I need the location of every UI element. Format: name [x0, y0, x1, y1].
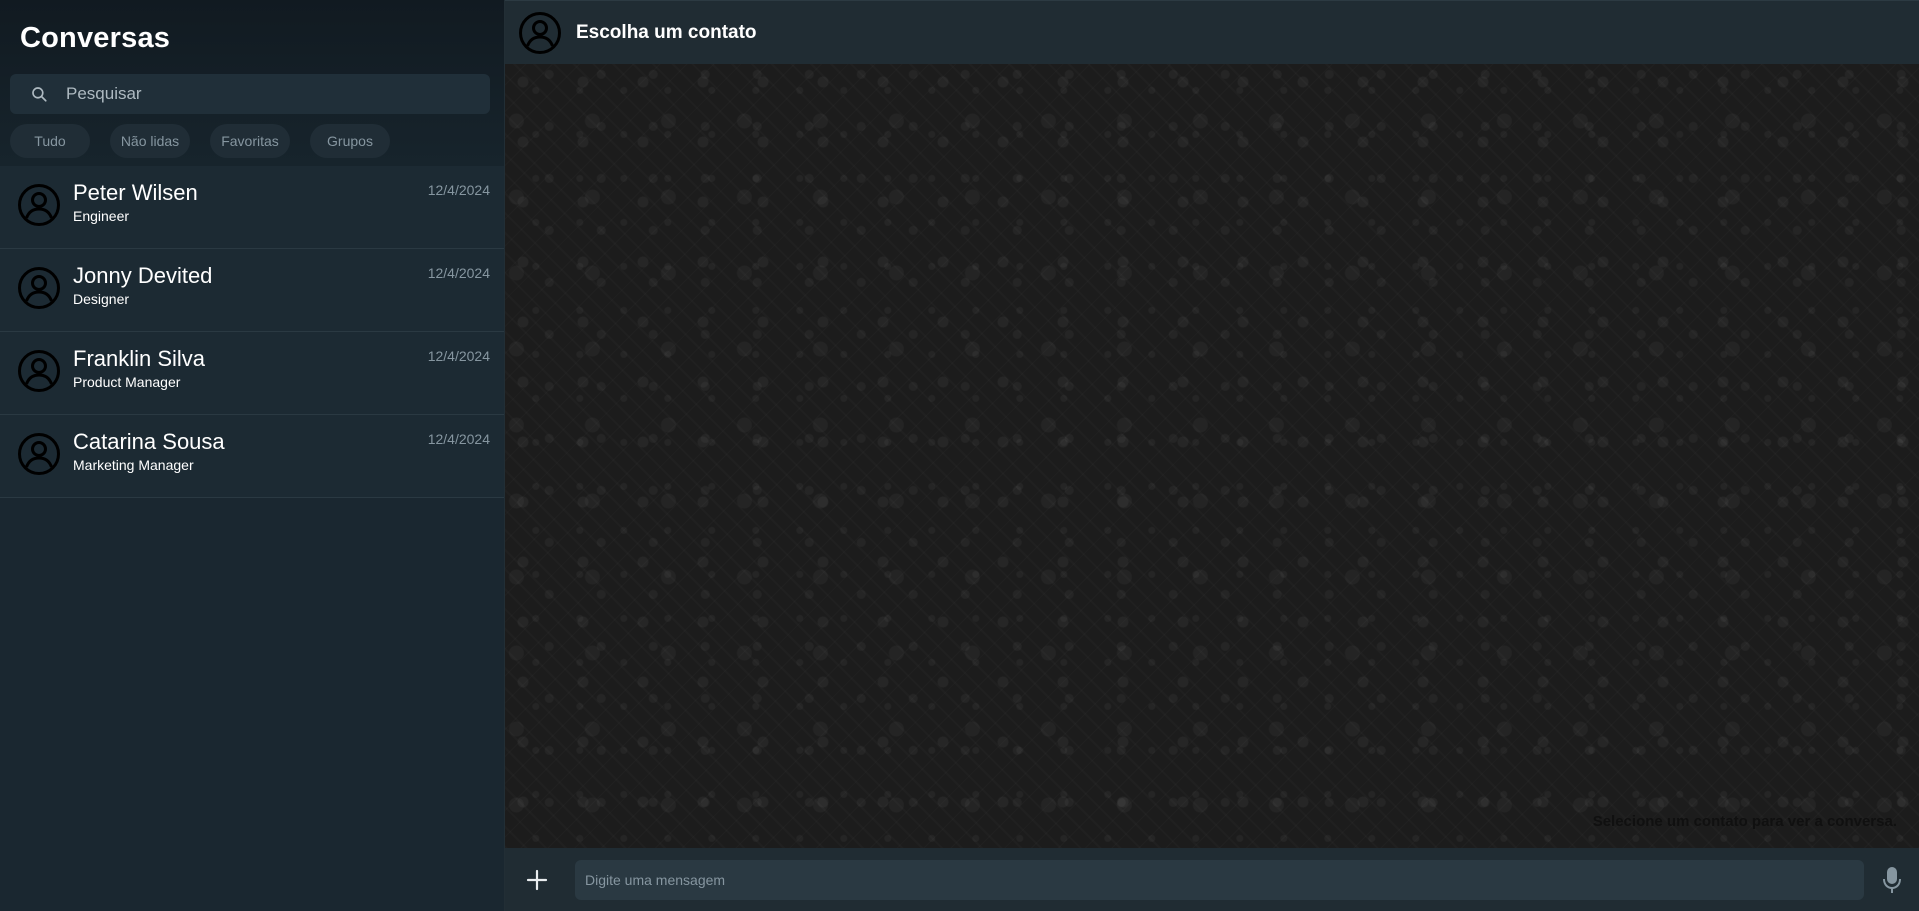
user-circle-icon [18, 267, 60, 309]
chat-header: Escolha um contato [505, 0, 1919, 64]
sidebar: Conversas Tudo Não lidas Favoritas Grupo… [0, 0, 504, 911]
message-input[interactable] [575, 871, 1864, 888]
chat-pane: Escolha um contato Selecione um contato … [504, 0, 1919, 911]
conversation-date: 12/4/2024 [427, 182, 490, 198]
empty-chat-hint: Selecione um contato para ver a conversa… [1592, 813, 1897, 830]
app-window: Conversas Tudo Não lidas Favoritas Grupo… [0, 0, 1919, 911]
message-composer [505, 848, 1919, 911]
message-input-box[interactable] [575, 859, 1864, 900]
search-input[interactable] [64, 73, 490, 115]
filter-chips: Tudo Não lidas Favoritas Grupos [10, 124, 390, 158]
conversation-list: Peter Wilsen Engineer 12/4/2024 Jonny De… [0, 166, 504, 498]
conversation-item[interactable]: Jonny Devited Designer 12/4/2024 [0, 249, 504, 332]
conversation-item[interactable]: Franklin Silva Product Manager 12/4/2024 [0, 332, 504, 415]
filter-chip-groups[interactable]: Grupos [310, 124, 390, 158]
conversation-date: 12/4/2024 [427, 431, 490, 447]
conversation-name: Catarina Sousa [73, 429, 225, 454]
conversation-subtitle: Designer [73, 291, 130, 307]
sidebar-title: Conversas [20, 22, 171, 54]
microphone-icon[interactable] [1880, 865, 1904, 895]
conversation-date: 12/4/2024 [427, 265, 490, 281]
user-circle-icon [18, 184, 60, 226]
conversation-name: Franklin Silva [73, 346, 206, 371]
conversation-item[interactable]: Catarina Sousa Marketing Manager 12/4/20… [0, 415, 504, 498]
conversation-subtitle: Engineer [73, 208, 130, 224]
chat-header-title: Escolha um contato [576, 21, 757, 43]
conversation-name: Jonny Devited [73, 263, 213, 288]
plus-icon[interactable] [522, 865, 552, 895]
search-icon [30, 85, 48, 103]
filter-chip-favorites[interactable]: Favoritas [210, 124, 290, 158]
user-circle-icon [18, 433, 60, 475]
user-circle-icon [18, 350, 60, 392]
conversation-name: Peter Wilsen [73, 180, 198, 205]
user-circle-icon[interactable] [518, 11, 562, 55]
search-box[interactable] [10, 73, 490, 115]
filter-chip-unread[interactable]: Não lidas [110, 124, 190, 158]
conversation-date: 12/4/2024 [427, 348, 490, 364]
filter-chip-all[interactable]: Tudo [10, 124, 90, 158]
sidebar-header: Conversas Tudo Não lidas Favoritas Grupo… [0, 0, 504, 166]
conversation-subtitle: Product Manager [73, 374, 181, 390]
chat-wallpaper: Selecione um contato para ver a conversa… [505, 64, 1919, 848]
conversation-item[interactable]: Peter Wilsen Engineer 12/4/2024 [0, 166, 504, 249]
conversation-subtitle: Marketing Manager [73, 457, 194, 473]
